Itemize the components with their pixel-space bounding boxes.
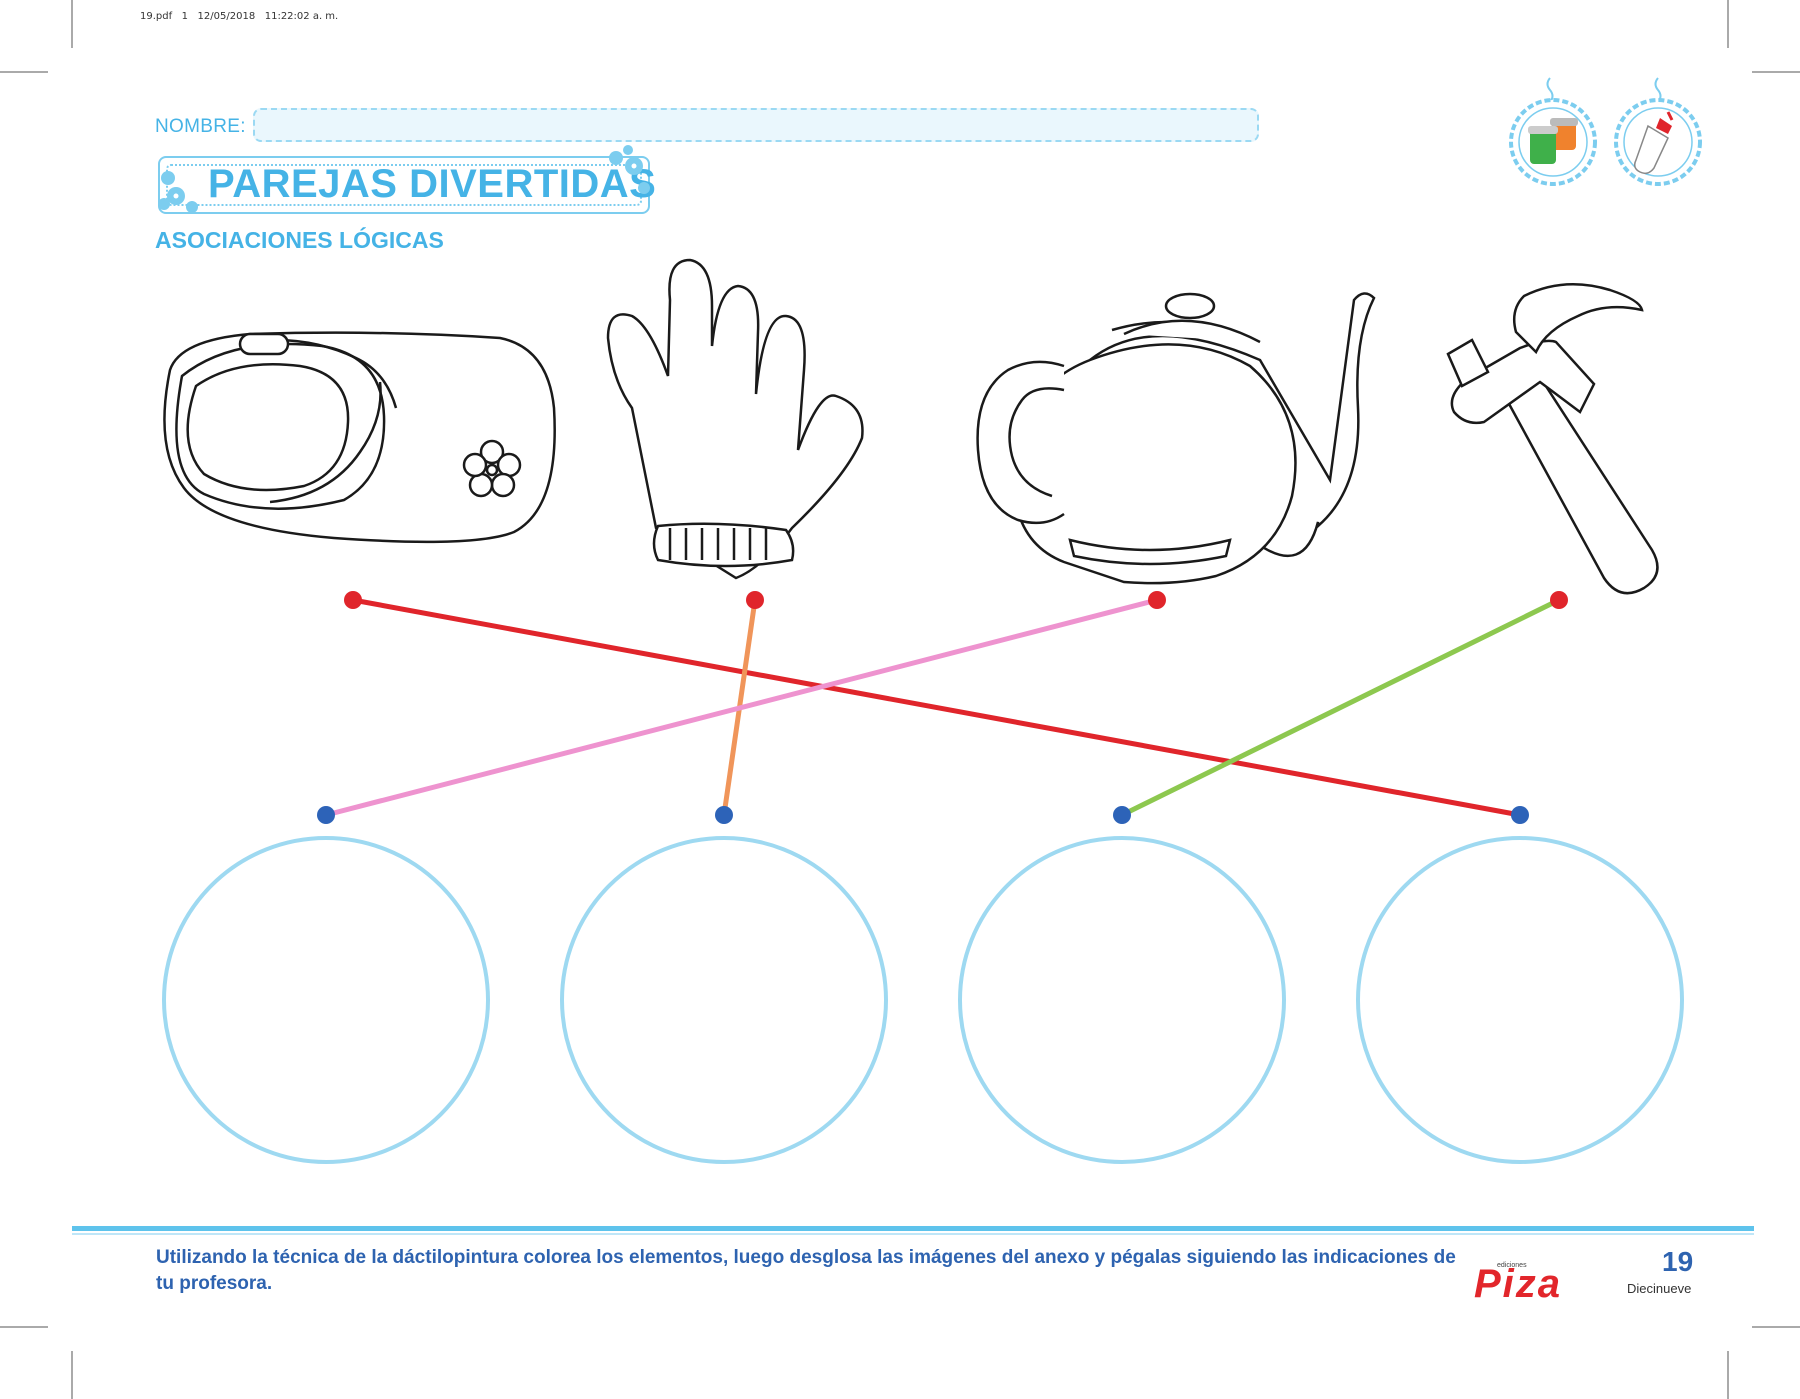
answer-circle-2 <box>560 836 888 1164</box>
footer-divider <box>72 1226 1754 1231</box>
answer-circle-3 <box>958 836 1286 1164</box>
answer-circle-1 <box>162 836 490 1164</box>
top-dot-2 <box>746 591 764 609</box>
top-dot-1 <box>344 591 362 609</box>
publisher-logo: Piza <box>1474 1262 1563 1306</box>
instruction-text: Utilizando la técnica de la dáctilopintu… <box>156 1247 1456 1294</box>
bottom-dot-4 <box>1511 806 1529 824</box>
top-dot-3 <box>1148 591 1166 609</box>
bottom-dot-1 <box>317 806 335 824</box>
bottom-dot-3 <box>1113 806 1131 824</box>
top-dot-4 <box>1550 591 1568 609</box>
bottom-dot-2 <box>715 806 733 824</box>
worksheet-page: 19.pdf 1 12/05/2018 11:22:02 a. m. NOMBR… <box>0 0 1800 1399</box>
page-number-word: Diecinueve <box>1627 1281 1692 1296</box>
footer-divider-light <box>72 1233 1754 1235</box>
match-line-3 <box>323 597 1160 818</box>
answer-circle-4 <box>1356 836 1684 1164</box>
page-number: 19 <box>1662 1246 1694 1277</box>
matching-area <box>162 591 1684 1164</box>
